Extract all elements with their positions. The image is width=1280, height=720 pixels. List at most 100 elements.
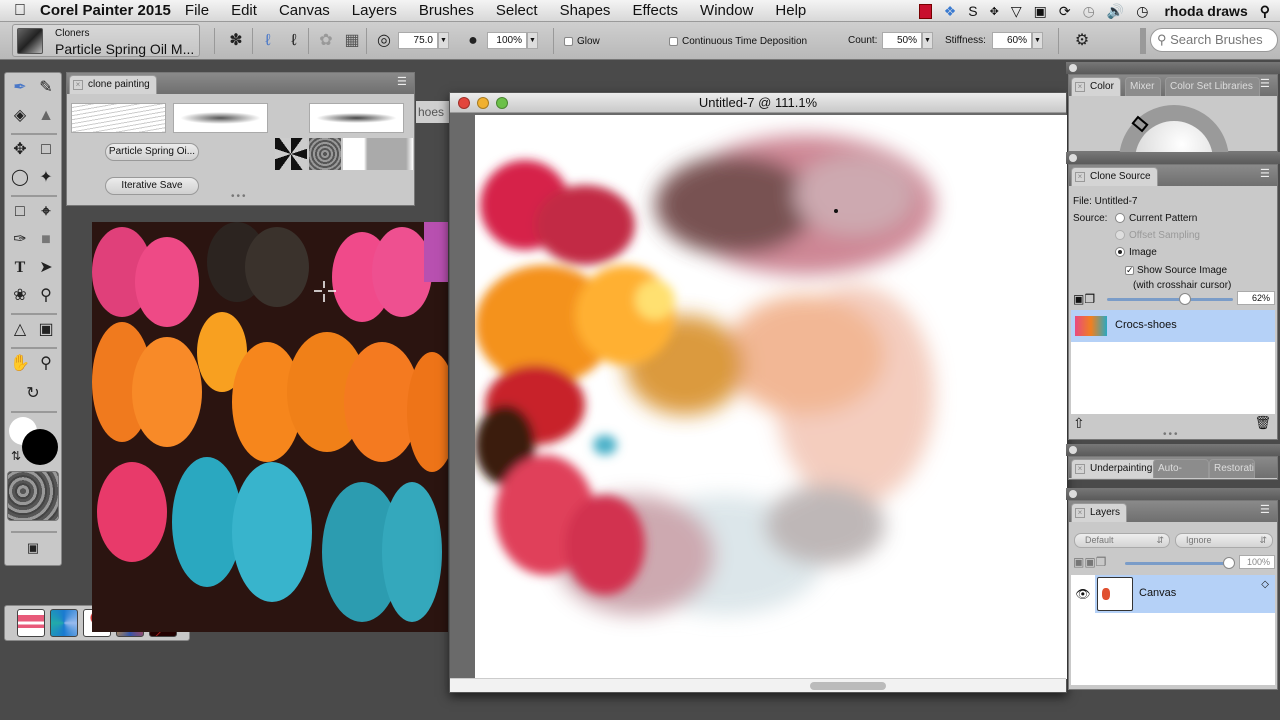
- clone-source-image-window[interactable]: [92, 222, 448, 632]
- tab-color[interactable]: × Color: [1071, 77, 1121, 96]
- tab-clone-source[interactable]: × Clone Source: [1071, 167, 1158, 186]
- dropper-tool-icon[interactable]: ✎: [35, 77, 57, 99]
- tracing-layer-icon[interactable]: ▣❐: [1073, 292, 1095, 306]
- add-source-icon[interactable]: ⇧: [1073, 415, 1085, 432]
- continuous-time-option[interactable]: Continuous Time Deposition: [669, 36, 807, 47]
- brush-size-field[interactable]: 75.0: [398, 32, 438, 49]
- panel-group-grip[interactable]: [1066, 444, 1280, 456]
- show-source-checkbox[interactable]: ✓: [1125, 266, 1134, 275]
- swap-colors-icon[interactable]: ⇅: [5, 445, 27, 467]
- tracing-paper-icon[interactable]: ▦: [342, 31, 362, 51]
- menu-help[interactable]: Help: [775, 2, 806, 19]
- layer-opacity-field[interactable]: 100%: [1239, 555, 1275, 569]
- panel-resize-grip[interactable]: •••: [1163, 429, 1180, 440]
- rectangle-shape-tool-icon[interactable]: ■: [35, 229, 57, 251]
- reset-tool-icon[interactable]: ✽: [226, 31, 246, 51]
- menu-file[interactable]: File: [185, 2, 209, 19]
- menu-select[interactable]: Select: [496, 2, 538, 19]
- source-opacity-slider[interactable]: [1107, 298, 1233, 301]
- menu-effects[interactable]: Effects: [632, 2, 678, 19]
- cloner-tool-icon[interactable]: ❀: [9, 285, 31, 307]
- grabber-tool-icon[interactable]: ✋: [9, 353, 31, 375]
- shape-selection-tool-icon[interactable]: ➤: [35, 257, 57, 279]
- pen-tool-icon[interactable]: ✑: [9, 229, 31, 251]
- panel-group-grip[interactable]: [1066, 62, 1280, 74]
- panel-menu-icon[interactable]: ☰: [1260, 79, 1273, 91]
- clone-color-icon[interactable]: ✿: [316, 31, 336, 51]
- tab-auto-painting[interactable]: Auto-: [1153, 459, 1209, 478]
- sync-icon[interactable]: ⟳: [1059, 3, 1071, 20]
- radio-button[interactable]: [1115, 247, 1125, 258]
- rubber-stamp-tool-icon[interactable]: ⚲: [35, 285, 57, 307]
- dropbox-icon[interactable]: ❖: [944, 3, 957, 20]
- user-name[interactable]: rhoda draws: [1164, 3, 1247, 19]
- rectangular-selection-tool-icon[interactable]: □: [35, 139, 57, 161]
- menu-window[interactable]: Window: [700, 2, 753, 19]
- panel-menu-icon[interactable]: ☰: [397, 77, 410, 89]
- delete-source-icon[interactable]: 🗑: [1254, 415, 1271, 431]
- menu-edit[interactable]: Edit: [231, 2, 257, 19]
- spotlight-icon[interactable]: ⚲: [1260, 3, 1270, 20]
- count-dropdown[interactable]: ▼: [922, 32, 933, 49]
- composite-depth-select[interactable]: Ignore ⇵: [1175, 533, 1273, 548]
- paper-texture-selector[interactable]: [7, 471, 59, 521]
- close-window-button[interactable]: [458, 97, 470, 109]
- radio-button[interactable]: [1115, 213, 1125, 224]
- texture-thumb-weave[interactable]: [309, 138, 341, 170]
- straight-line-strokes-icon[interactable]: ℓ: [284, 31, 304, 51]
- move-icon[interactable]: ✥: [990, 5, 999, 18]
- search-brushes-input[interactable]: ⚲ Search Brushes: [1150, 28, 1278, 52]
- panel-group-grip[interactable]: [1066, 152, 1280, 164]
- close-icon[interactable]: ×: [1075, 172, 1085, 182]
- panel-menu-icon[interactable]: ☰: [1260, 169, 1273, 181]
- layer-row[interactable]: 👁 Canvas ◇: [1071, 575, 1275, 613]
- tab-clone-painting[interactable]: × clone painting: [69, 75, 157, 94]
- brush-size-dropdown[interactable]: ▼: [438, 32, 449, 49]
- freehand-strokes-icon[interactable]: ℓ: [258, 31, 278, 51]
- rotate-page-tool-icon[interactable]: ↻: [22, 383, 44, 405]
- layer-adjuster-tool-icon[interactable]: ✥: [9, 139, 31, 161]
- brush-selector[interactable]: Cloners Particle Spring Oil M...: [12, 24, 200, 57]
- document-title-bar[interactable]: Untitled-7 @ 111.1%: [450, 93, 1066, 113]
- paint-bucket-tool-icon[interactable]: ◈: [9, 105, 31, 127]
- brush-preset-3[interactable]: [309, 103, 404, 133]
- perspective-guides-tool-icon[interactable]: ▣: [35, 319, 57, 341]
- show-source-image-option[interactable]: ✓ Show Source Image: [1125, 265, 1227, 276]
- mirror-painting-tool-icon[interactable]: △: [9, 319, 31, 341]
- magic-wand-tool-icon[interactable]: ✦: [35, 167, 57, 189]
- source-list-item[interactable]: Crocs-shoes: [1071, 310, 1275, 342]
- clock-icon[interactable]: ◷: [1136, 3, 1148, 20]
- panel-resize-grip[interactable]: •••: [231, 191, 248, 202]
- advanced-brush-controls-icon[interactable]: ⚙: [1072, 31, 1092, 51]
- zoom-window-button[interactable]: [496, 97, 508, 109]
- layer-opacity-slider[interactable]: [1125, 562, 1229, 565]
- magnifier-tool-icon[interactable]: ⚲: [35, 353, 57, 375]
- screen-mode-toggle-icon[interactable]: ▣: [22, 537, 44, 559]
- eraser-tool-icon[interactable]: ▲: [35, 105, 57, 127]
- source-opacity-field[interactable]: 62%: [1237, 291, 1275, 305]
- main-color-swatch[interactable]: [22, 429, 58, 465]
- glow-option[interactable]: Glow: [564, 36, 600, 47]
- count-field[interactable]: 50%: [882, 32, 922, 49]
- texture-thumb-noise[interactable]: [275, 138, 307, 170]
- menu-layers[interactable]: Layers: [352, 2, 397, 19]
- tab-layers[interactable]: × Layers: [1071, 503, 1128, 522]
- stiffness-dropdown[interactable]: ▼: [1032, 32, 1043, 49]
- display-icon[interactable]: ▣: [1034, 3, 1047, 20]
- stiffness-field[interactable]: 60%: [992, 32, 1032, 49]
- source-opacity-knob[interactable]: [1179, 293, 1192, 305]
- panel-menu-icon[interactable]: ☰: [1260, 505, 1273, 517]
- brush-preset-1[interactable]: [71, 103, 166, 133]
- wifi-icon[interactable]: ▽: [1011, 3, 1022, 20]
- transform-tool-icon[interactable]: □: [9, 201, 31, 223]
- layer-lock-icons[interactable]: ▣▣❐: [1073, 555, 1106, 569]
- opacity-dropdown[interactable]: ▼: [527, 32, 538, 49]
- s-icon[interactable]: S: [968, 3, 977, 19]
- lasso-tool-icon[interactable]: ◯: [9, 167, 31, 189]
- gradient-library-swatch[interactable]: [50, 609, 78, 637]
- app-menu[interactable]: Corel Painter 2015: [40, 2, 171, 19]
- close-icon[interactable]: ×: [73, 80, 83, 90]
- glow-checkbox[interactable]: [564, 37, 573, 46]
- time-machine-icon[interactable]: ◷: [1083, 3, 1095, 20]
- tab-restoration[interactable]: Restorati: [1209, 459, 1255, 478]
